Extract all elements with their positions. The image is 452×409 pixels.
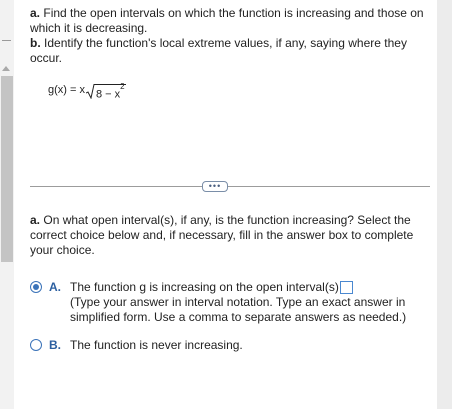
function-formula: g(x) = x 8 − x2 (48, 82, 126, 101)
part-b-instruction: b. Identify the function's local extreme… (30, 36, 430, 66)
radical-sign-icon (85, 84, 95, 99)
question-text: On what open interval(s), if any, is the… (30, 213, 414, 257)
choice-a-radio[interactable] (30, 281, 42, 293)
choice-b-radio[interactable] (30, 339, 42, 351)
part-a-instruction: a. Find the open intervals on which the … (30, 6, 430, 36)
choice-b[interactable]: B. The function is never increasing. (30, 338, 430, 355)
problem-text: a. Find the open intervals on which the … (30, 6, 430, 66)
answer-format-hint: (Type your answer in interval notation. … (70, 295, 407, 324)
scroll-up-arrow-icon[interactable] (2, 66, 10, 71)
problem-statement: a. Find the open intervals on which the … (30, 0, 430, 66)
scroll-marker (2, 40, 11, 41)
scrollbar-thumb[interactable] (1, 76, 13, 262)
part-a-label: a. (30, 6, 41, 20)
section-divider (30, 186, 430, 187)
choice-a-body: The function g is increasing on the open… (70, 280, 420, 325)
expand-button[interactable]: ••• (202, 181, 228, 192)
part-b-text: Identify the function's local extreme va… (30, 36, 407, 65)
choice-a[interactable]: A. The function g is increasing on the o… (30, 280, 430, 329)
part-a-text: Find the open intervals on which the fun… (30, 6, 424, 35)
choice-b-letter: B. (49, 338, 61, 352)
square-root: 8 − x2 (85, 82, 126, 101)
question-prompt: a. On what open interval(s), if any, is … (30, 213, 420, 258)
left-scrollbar[interactable] (0, 0, 14, 409)
radicand: 8 − x2 (94, 82, 126, 101)
choice-a-text: The function g is increasing on the open… (70, 280, 339, 294)
right-scrollbar[interactable] (437, 0, 452, 409)
answer-input[interactable] (339, 281, 353, 294)
choice-b-text: The function is never increasing. (70, 338, 243, 352)
question-label: a. (30, 213, 41, 227)
choice-a-letter: A. (49, 280, 61, 294)
part-b-label: b. (30, 36, 41, 50)
exponent: 2 (120, 82, 125, 91)
radicand-text: 8 − x (95, 88, 121, 101)
function-lhs: g(x) = x (48, 84, 85, 96)
